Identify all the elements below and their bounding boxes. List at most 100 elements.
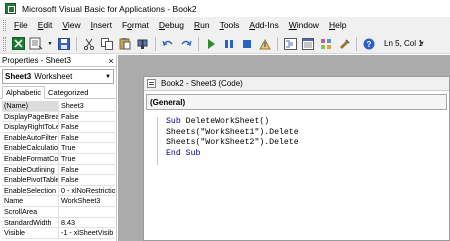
property-value[interactable]: 0 - xlNoRestrictio bbox=[59, 186, 115, 196]
object-dropdown[interactable]: (General) bbox=[146, 94, 447, 110]
standard-toolbar: ▼ ? Ln 5, Col 1 ▼ bbox=[0, 34, 450, 54]
insert-module-icon[interactable] bbox=[29, 37, 43, 51]
menubar-grip-handle[interactable] bbox=[3, 20, 6, 31]
code-line[interactable]: Sheets("WorkSheet2").Delete bbox=[166, 138, 449, 149]
window-title: Microsoft Visual Basic for Applications … bbox=[22, 3, 197, 14]
menu-item[interactable]: Debug bbox=[154, 17, 189, 34]
property-row[interactable]: EnableSelection 0 - xlNoRestrictio bbox=[2, 185, 115, 197]
property-value[interactable]: False bbox=[59, 175, 115, 185]
property-row[interactable]: EnableAutoFilter False bbox=[2, 132, 115, 144]
properties-tabs: Alphabetic Categorized bbox=[0, 86, 116, 99]
view-excel-icon[interactable] bbox=[11, 37, 25, 51]
property-name: EnableAutoFilter bbox=[4, 132, 59, 143]
toolbar-separator bbox=[356, 36, 357, 51]
object-dropdown-value: (General) bbox=[150, 97, 186, 107]
cursor-position: Ln 5, Col 1 bbox=[384, 39, 423, 48]
property-name: DisplayRightToLef bbox=[4, 122, 59, 132]
save-icon[interactable] bbox=[57, 37, 71, 51]
property-name: (Name) bbox=[2, 101, 59, 111]
help-icon[interactable]: ? bbox=[362, 37, 376, 51]
property-name: ScrollArea bbox=[2, 206, 59, 217]
find-icon[interactable] bbox=[136, 37, 150, 51]
property-row[interactable]: EnableOutlining False bbox=[2, 164, 115, 176]
object-selector[interactable]: Sheet3 Worksheet ▼ bbox=[2, 69, 114, 84]
property-name: EnableOutlining bbox=[2, 164, 59, 175]
code-line[interactable]: End Sub bbox=[166, 149, 449, 160]
property-value[interactable]: WorkSheet3 bbox=[59, 196, 115, 206]
paste-icon[interactable] bbox=[118, 37, 132, 51]
property-value[interactable]: True bbox=[59, 143, 115, 153]
run-icon[interactable] bbox=[204, 37, 218, 51]
property-value[interactable]: False bbox=[59, 133, 115, 143]
close-icon[interactable]: × bbox=[106, 56, 116, 66]
cut-icon[interactable] bbox=[82, 37, 96, 51]
tab-categorized[interactable]: Categorized bbox=[45, 87, 91, 98]
property-value[interactable] bbox=[59, 207, 115, 217]
property-value[interactable]: False bbox=[59, 122, 115, 132]
properties-title: Properties - Sheet3 bbox=[2, 56, 71, 65]
excel-app-icon bbox=[5, 3, 16, 14]
dropdown-arrow-icon[interactable]: ▼ bbox=[47, 37, 53, 51]
menu-item[interactable]: Edit bbox=[33, 17, 58, 34]
property-value[interactable]: 8.43 bbox=[59, 218, 115, 228]
properties-window: Properties - Sheet3 × Sheet3 Worksheet ▼… bbox=[0, 55, 117, 241]
code-module-icon bbox=[147, 79, 156, 88]
property-row[interactable]: Name WorkSheet3 bbox=[2, 196, 115, 207]
break-icon[interactable] bbox=[222, 37, 236, 51]
property-row[interactable]: EnablePivotTable False bbox=[2, 175, 115, 186]
menu-bar: File Edit View Insert Format Debug Run Tools Add… bbox=[0, 17, 450, 34]
svg-text:?: ? bbox=[367, 40, 372, 49]
property-value[interactable]: False bbox=[59, 112, 115, 122]
code-window-titlebar[interactable]: Book2 - Sheet3 (Code) bbox=[144, 77, 449, 91]
redo-icon[interactable] bbox=[179, 37, 193, 51]
toolbar-separator bbox=[277, 36, 278, 51]
toolbar-grip-handle[interactable] bbox=[3, 36, 6, 51]
property-name: StandardWidth bbox=[2, 217, 59, 228]
copy-icon[interactable] bbox=[100, 37, 114, 51]
property-row[interactable]: StandardWidth 8.43 bbox=[2, 217, 115, 229]
menu-item[interactable]: View bbox=[57, 17, 85, 34]
property-name: DisplayPageBreak bbox=[4, 111, 59, 122]
tab-alphabetic[interactable]: Alphabetic bbox=[2, 86, 46, 99]
menu-item[interactable]: Run bbox=[189, 17, 215, 34]
toolbar-overflow-icon[interactable]: ▼ bbox=[418, 37, 426, 51]
code-line[interactable]: Sub DeleteWorkSheet() bbox=[166, 117, 449, 128]
toolbar-separator bbox=[198, 36, 199, 51]
properties-window-icon[interactable] bbox=[301, 37, 315, 51]
property-value[interactable]: Sheet3 bbox=[59, 101, 115, 111]
property-value[interactable]: True bbox=[59, 154, 115, 164]
menu-item[interactable]: Window bbox=[284, 17, 324, 34]
property-row[interactable]: Visible -1 - xlSheetVisib bbox=[2, 228, 115, 239]
menu-item[interactable]: Add-Ins bbox=[244, 17, 283, 34]
project-explorer-icon[interactable] bbox=[283, 37, 297, 51]
property-row[interactable]: (Name) Sheet3 bbox=[2, 101, 115, 112]
property-name: EnableCalculation bbox=[4, 143, 59, 153]
title-bar: Microsoft Visual Basic for Applications … bbox=[0, 0, 450, 17]
chevron-down-icon[interactable]: ▼ bbox=[103, 74, 113, 80]
code-window: Book2 - Sheet3 (Code) (General) Sub Dele… bbox=[143, 76, 450, 241]
code-line[interactable]: Sheets("WorkSheet1").Delete bbox=[166, 128, 449, 139]
menu-item[interactable]: Tools bbox=[215, 17, 245, 34]
menu-item[interactable]: Insert bbox=[86, 17, 117, 34]
property-row[interactable]: ScrollArea bbox=[2, 206, 115, 218]
toolbox-icon[interactable] bbox=[337, 37, 351, 51]
property-value[interactable]: -1 - xlSheetVisib bbox=[59, 228, 115, 238]
property-name: EnableSelection bbox=[2, 185, 59, 196]
menu-item[interactable]: Format bbox=[117, 17, 154, 34]
mdi-client-area: Book2 - Sheet3 (Code) (General) Sub Dele… bbox=[118, 55, 450, 241]
code-editor[interactable]: Sub DeleteWorkSheet() Sheets("WorkSheet1"… bbox=[144, 111, 449, 241]
undo-icon[interactable] bbox=[161, 37, 175, 51]
property-row[interactable]: EnableFormatCon True bbox=[2, 153, 115, 165]
reset-icon[interactable] bbox=[240, 37, 254, 51]
menu-item[interactable]: File bbox=[9, 17, 33, 34]
object-browser-icon[interactable] bbox=[319, 37, 333, 51]
property-name: Visible bbox=[2, 228, 59, 238]
properties-grid: (Name) Sheet3 DisplayPageBreak False Display… bbox=[2, 101, 115, 239]
property-row[interactable]: EnableCalculation True bbox=[2, 143, 115, 154]
property-value[interactable]: False bbox=[59, 165, 115, 175]
property-row[interactable]: DisplayPageBreak False bbox=[2, 111, 115, 123]
code-window-title: Book2 - Sheet3 (Code) bbox=[161, 79, 243, 88]
menu-item[interactable]: Help bbox=[324, 17, 351, 34]
design-mode-icon[interactable] bbox=[258, 37, 272, 51]
property-row[interactable]: DisplayRightToLef False bbox=[2, 122, 115, 133]
